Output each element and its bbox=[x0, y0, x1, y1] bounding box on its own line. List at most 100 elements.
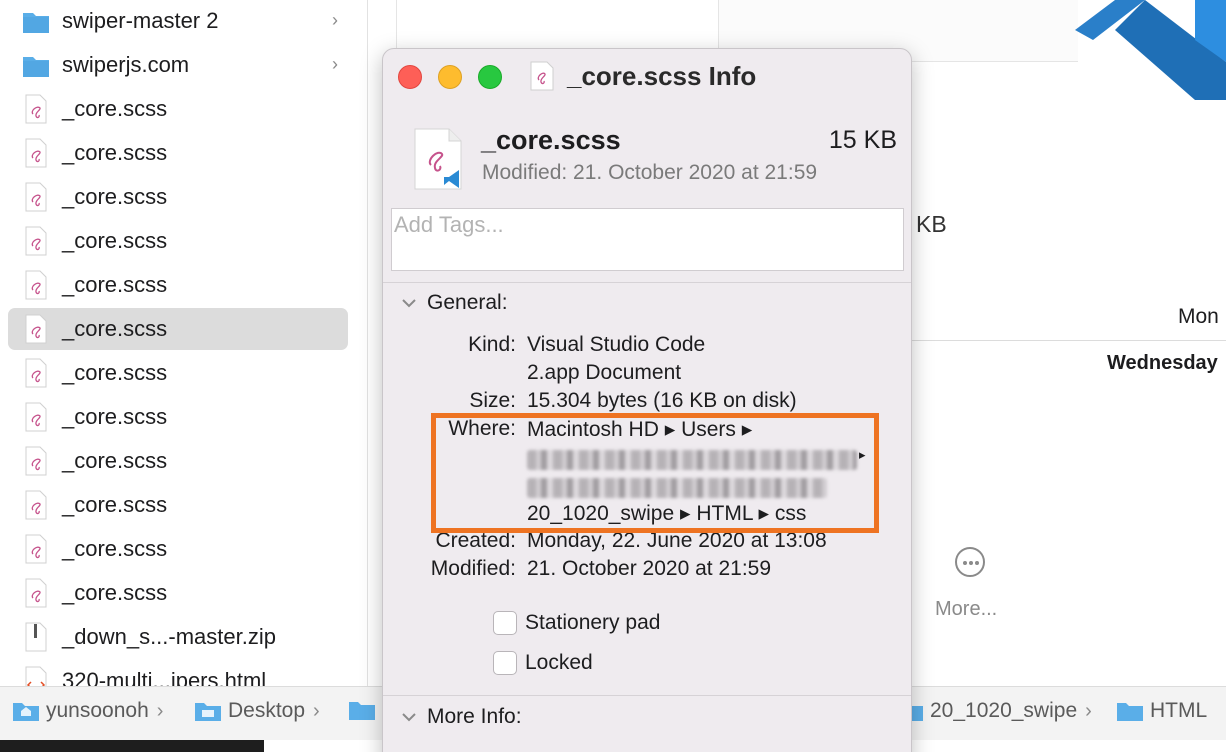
file-list-item[interactable]: _core.scss bbox=[8, 176, 348, 218]
list-item-label: _core.scss bbox=[62, 404, 168, 429]
file-size: 15 KB bbox=[828, 126, 897, 154]
list-item-label: _core.scss bbox=[62, 316, 168, 341]
kind-value-line-2: 2.app Document bbox=[527, 361, 682, 384]
list-item-label: _down_s...-master.zip bbox=[62, 624, 276, 649]
file-list-item[interactable]: _core.scss bbox=[8, 352, 348, 394]
file-list-item[interactable]: _core.scss bbox=[8, 132, 348, 174]
more-button-label[interactable]: More... bbox=[935, 598, 997, 621]
list-item-label: _core.scss bbox=[62, 492, 168, 517]
scss-file-icon bbox=[22, 182, 50, 212]
scss-file-icon bbox=[22, 270, 50, 300]
terminal-strip bbox=[0, 740, 264, 752]
path-crumb-swipe[interactable]: 20_1020_swipe › bbox=[896, 699, 1092, 723]
folder-icon bbox=[349, 702, 375, 720]
scss-vscode-document-icon bbox=[414, 128, 462, 190]
file-list-item[interactable]: _core.scss bbox=[8, 440, 348, 482]
list-item-label: _core.scss bbox=[62, 184, 168, 209]
scss-file-icon bbox=[22, 94, 50, 124]
folder-icon bbox=[22, 6, 50, 36]
path-crumb-home[interactable]: yunsoonoh › bbox=[12, 699, 163, 723]
file-list-item[interactable]: _core.scss bbox=[8, 396, 348, 438]
more-info-section-toggle[interactable]: More Info: bbox=[401, 705, 522, 729]
background-size-text: KB bbox=[916, 211, 947, 237]
list-item-label: _core.scss bbox=[62, 228, 168, 253]
scss-file-icon bbox=[22, 490, 50, 520]
folder-list-item[interactable]: swiperjs.com › bbox=[8, 44, 348, 86]
where-highlight-box bbox=[431, 413, 879, 533]
scss-file-icon bbox=[22, 226, 50, 256]
chevron-right-icon[interactable]: › bbox=[332, 10, 338, 31]
file-list-item[interactable]: _core.scss bbox=[8, 308, 348, 350]
folder-list-item[interactable]: swiper-master 2 › bbox=[8, 0, 348, 42]
more-info-heading: More Info: bbox=[427, 705, 522, 728]
path-separator: › bbox=[313, 699, 320, 722]
chevron-down-icon bbox=[402, 713, 416, 722]
path-crumb-html-label: HTML bbox=[1150, 699, 1208, 722]
desktop-folder-icon bbox=[195, 703, 221, 721]
background-preview-panel bbox=[396, 0, 718, 48]
stationery-pad-label: Stationery pad bbox=[525, 611, 661, 634]
folder-icon bbox=[1117, 703, 1143, 721]
html-file-icon bbox=[22, 666, 50, 686]
path-crumb-home-label: yunsoonoh bbox=[46, 699, 149, 722]
file-list-item[interactable]: 320-multi...ipers.html bbox=[8, 660, 348, 686]
general-heading: General: bbox=[427, 291, 508, 314]
path-crumb-html[interactable]: HTML bbox=[1116, 699, 1207, 723]
folder-icon bbox=[22, 50, 50, 80]
file-list-item[interactable]: _down_s...-master.zip bbox=[8, 616, 348, 658]
add-tags-field[interactable]: Add Tags... bbox=[391, 208, 904, 271]
more-ellipsis-icon[interactable] bbox=[955, 547, 985, 577]
path-crumb-swipe-label: 20_1020_swipe bbox=[930, 699, 1078, 722]
scss-file-icon bbox=[22, 446, 50, 476]
list-item-label: _core.scss bbox=[62, 272, 168, 297]
list-item-label: _core.scss bbox=[62, 580, 168, 605]
zoom-window-button[interactable] bbox=[478, 65, 502, 89]
list-item-label: swiper-master 2 bbox=[62, 8, 219, 33]
scss-file-icon bbox=[22, 578, 50, 608]
section-divider bbox=[383, 695, 911, 696]
stationery-pad-checkbox[interactable]: Stationery pad bbox=[493, 611, 660, 635]
chevron-down-icon bbox=[402, 299, 416, 308]
scss-file-icon bbox=[22, 314, 50, 344]
list-item-label: _core.scss bbox=[62, 360, 168, 385]
vscode-logo-icon bbox=[1075, 0, 1226, 100]
locked-checkbox[interactable]: Locked bbox=[493, 651, 593, 675]
file-list-item[interactable]: _core.scss bbox=[8, 484, 348, 526]
file-list-item[interactable]: _core.scss bbox=[8, 572, 348, 614]
path-crumb-hidden[interactable] bbox=[348, 699, 382, 721]
file-list-item[interactable]: _core.scss bbox=[8, 88, 348, 130]
list-item-label: _core.scss bbox=[62, 448, 168, 473]
background-day-header: Mon bbox=[1178, 305, 1219, 328]
path-crumb-desktop[interactable]: Desktop › bbox=[194, 699, 320, 723]
list-item-label: _core.scss bbox=[62, 536, 168, 561]
section-divider bbox=[383, 282, 911, 283]
file-list-item[interactable]: _core.scss bbox=[8, 264, 348, 306]
scss-file-icon bbox=[22, 402, 50, 432]
scss-file-icon bbox=[530, 61, 554, 91]
window-title: _core.scss Info bbox=[567, 61, 757, 91]
zip-file-icon bbox=[22, 622, 50, 652]
minimize-window-button[interactable] bbox=[438, 65, 462, 89]
size-value: 15.304 bytes (16 KB on disk) bbox=[527, 389, 797, 412]
list-item-label: swiperjs.com bbox=[62, 52, 190, 77]
list-item-label: _core.scss bbox=[62, 140, 168, 165]
list-item-label: 320-multi...ipers.html bbox=[62, 668, 267, 686]
finder-file-list: swiper-master 2 › swiperjs.com › _core.scss _… bbox=[0, 0, 368, 686]
size-label: Size: bbox=[469, 389, 516, 412]
checkbox-box[interactable] bbox=[493, 651, 517, 675]
background-day-value: Wednesday bbox=[1107, 352, 1218, 374]
kind-label: Kind: bbox=[468, 333, 516, 356]
list-item-label: _core.scss bbox=[62, 96, 168, 121]
modified-summary: Modified: 21. October 2020 at 21:59 bbox=[482, 161, 818, 184]
locked-label: Locked bbox=[525, 651, 593, 674]
checkbox-box[interactable] bbox=[493, 611, 517, 635]
modified-label: Modified: bbox=[430, 557, 516, 580]
path-separator: › bbox=[156, 699, 164, 722]
file-list-item[interactable]: _core.scss bbox=[8, 220, 348, 262]
kind-value-line-1: Visual Studio Code bbox=[527, 333, 706, 356]
close-window-button[interactable] bbox=[398, 65, 422, 89]
chevron-right-icon[interactable]: › bbox=[332, 54, 338, 75]
scss-file-icon bbox=[22, 534, 50, 564]
general-section-toggle[interactable]: General: bbox=[401, 291, 508, 315]
file-list-item[interactable]: _core.scss bbox=[8, 528, 348, 570]
